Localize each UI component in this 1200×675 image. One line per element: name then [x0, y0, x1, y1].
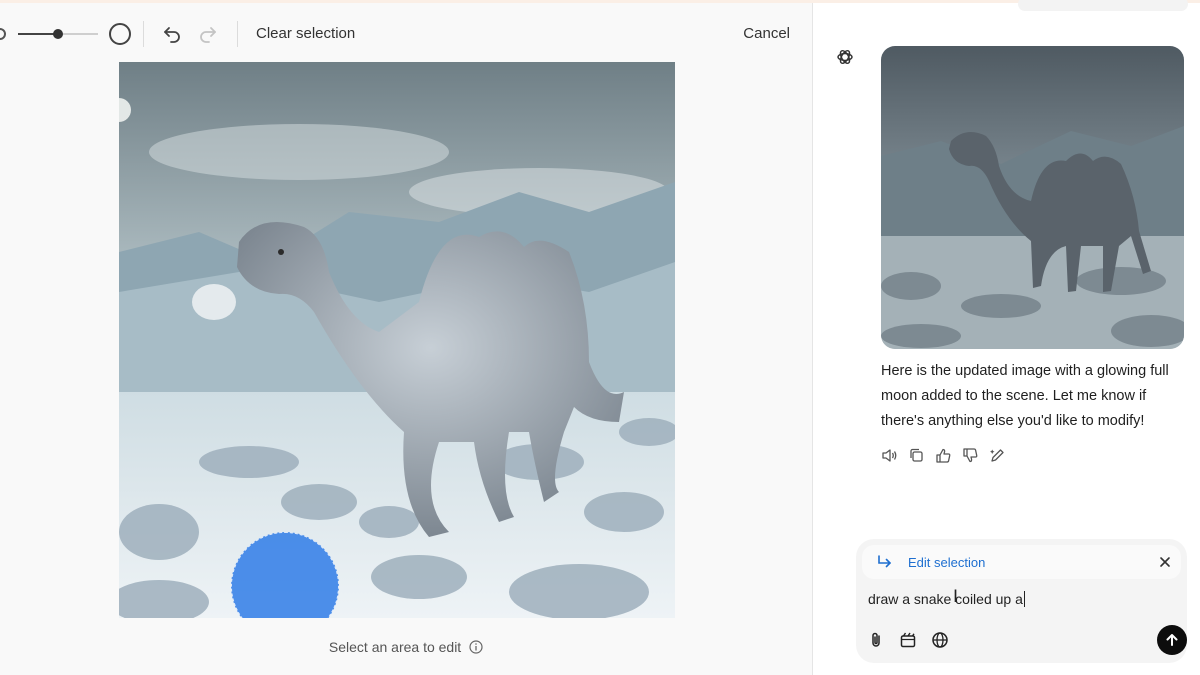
camel-image [119, 62, 675, 618]
info-icon[interactable] [469, 640, 483, 657]
message-actions [881, 447, 1006, 464]
thumbs-down-icon[interactable] [962, 447, 979, 464]
editable-image-canvas[interactable] [119, 62, 675, 618]
top-pill [1018, 0, 1188, 11]
slider-fill [18, 33, 58, 35]
close-icon[interactable] [1157, 554, 1173, 570]
assistant-message: Here is the updated image with a glowing… [881, 363, 1169, 429]
generated-image-thumbnail[interactable] [881, 46, 1184, 349]
clear-selection-button[interactable]: Clear selection [256, 25, 355, 42]
slider-thumb[interactable] [53, 29, 63, 39]
create-image-icon[interactable] [897, 629, 919, 651]
cancel-button[interactable]: Cancel [743, 25, 790, 42]
edit-image-icon[interactable] [989, 447, 1006, 464]
arrow-up-icon [1166, 634, 1178, 646]
web-search-icon[interactable] [929, 629, 951, 651]
redo-icon[interactable] [196, 22, 220, 46]
toolbar-divider [237, 21, 238, 47]
edit-hint: Select an area to edit [0, 639, 812, 657]
attach-icon[interactable] [865, 629, 887, 651]
chat-pane: Here is the updated image with a glowing… [813, 0, 1200, 675]
text-caret [1023, 591, 1025, 607]
image-editor-pane: Clear selection Cancel Select an area to… [0, 3, 812, 675]
edit-hint-text: Select an area to edit [328, 639, 462, 655]
undo-icon[interactable] [160, 22, 184, 46]
openai-logo-icon [833, 45, 857, 69]
prompt-text: draw a snake coiled up a [868, 591, 1023, 607]
toolbar-divider [143, 21, 144, 47]
brush-large-icon[interactable] [109, 23, 131, 45]
copy-icon[interactable] [908, 447, 925, 464]
prompt-input[interactable]: draw a snake coiled up a [868, 591, 1025, 607]
brush-size-slider[interactable] [18, 29, 98, 39]
ibeam-cursor-icon: I [953, 587, 959, 607]
brush-small-icon[interactable] [0, 28, 6, 40]
edit-selection-label: Edit selection [908, 555, 986, 570]
send-button[interactable] [1157, 625, 1187, 655]
thumbs-up-icon[interactable] [935, 447, 952, 464]
read-aloud-icon[interactable] [881, 447, 898, 464]
edit-selection-tag: Edit selection [862, 545, 1181, 579]
reply-arrow-icon [876, 554, 894, 575]
editor-toolbar: Clear selection Cancel [0, 3, 812, 63]
prompt-composer: Edit selection draw a snake coiled up a … [856, 539, 1187, 663]
